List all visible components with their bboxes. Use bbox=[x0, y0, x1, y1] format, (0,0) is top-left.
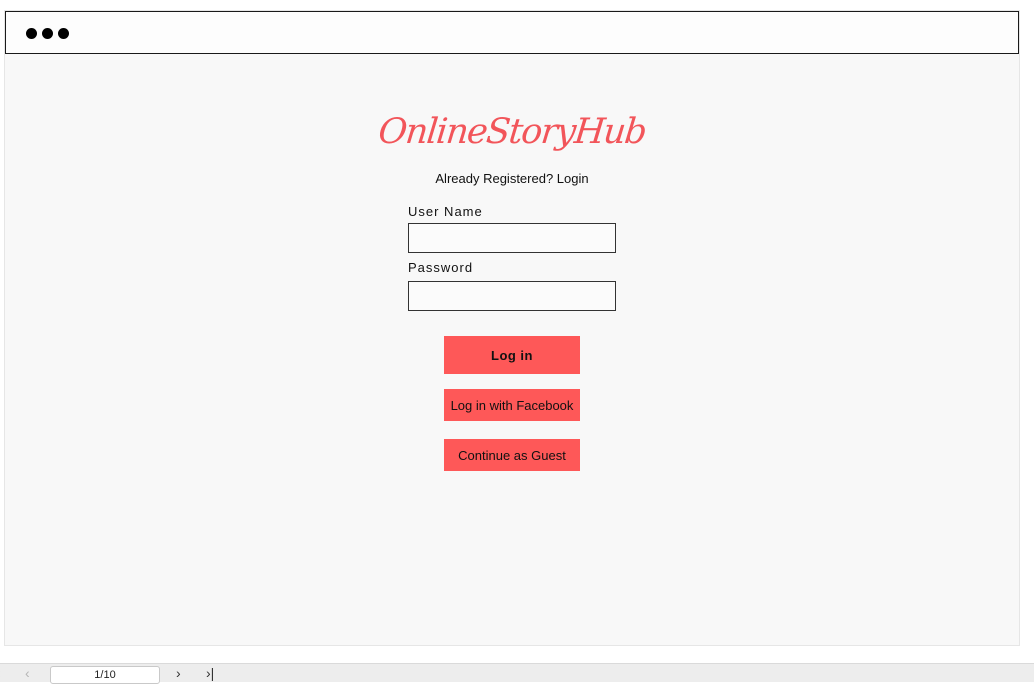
chevron-left-icon[interactable]: ‹ bbox=[25, 665, 30, 682]
chevron-right-icon[interactable]: › bbox=[176, 665, 181, 682]
username-input[interactable] bbox=[408, 223, 616, 253]
login-button[interactable]: Log in bbox=[444, 336, 580, 374]
app-logo: OnlineStoryHub bbox=[376, 112, 648, 152]
login-subtitle[interactable]: Already Registered? Login bbox=[0, 171, 1024, 186]
pagination-bar: ‹ ‹ 1/10 › ›| bbox=[0, 663, 1034, 684]
wireframe-canvas bbox=[4, 10, 1020, 646]
password-label: Password bbox=[408, 260, 474, 275]
facebook-login-button[interactable]: Log in with Facebook bbox=[444, 389, 580, 421]
three-dots-icon[interactable] bbox=[26, 28, 69, 39]
username-label: User Name bbox=[408, 204, 483, 219]
browser-bar bbox=[5, 11, 1019, 54]
first-page-icon[interactable]: ‹ bbox=[0, 665, 1, 682]
dot-icon bbox=[42, 28, 53, 39]
dot-icon bbox=[58, 28, 69, 39]
last-page-icon[interactable]: ›| bbox=[206, 665, 214, 682]
password-input[interactable] bbox=[408, 281, 616, 311]
dot-icon bbox=[26, 28, 37, 39]
guest-button[interactable]: Continue as Guest bbox=[444, 439, 580, 471]
page-indicator[interactable]: 1/10 bbox=[50, 666, 160, 684]
